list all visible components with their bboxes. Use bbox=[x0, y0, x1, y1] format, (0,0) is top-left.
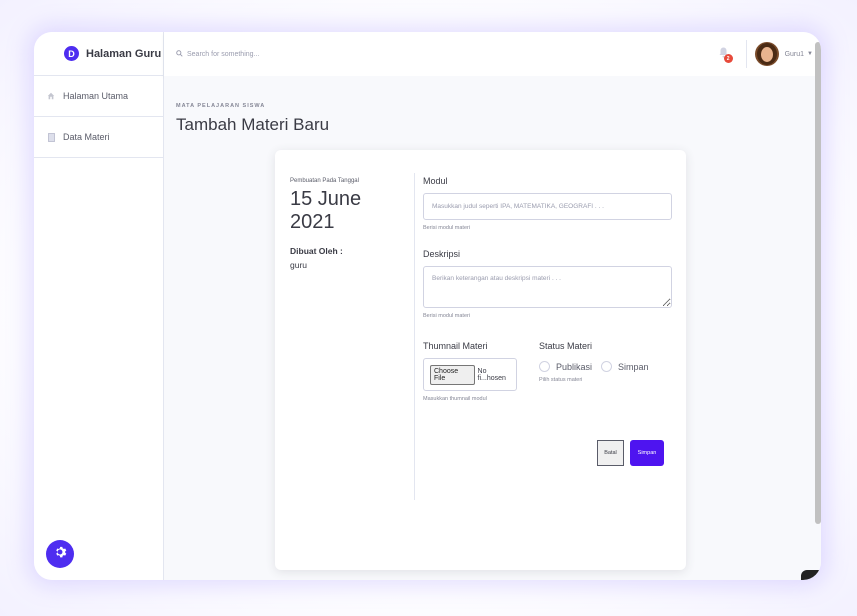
cancel-button[interactable]: Batal bbox=[597, 440, 624, 466]
sidebar-item-data-materi[interactable]: Data Materi bbox=[34, 117, 163, 158]
thumbnail-status-row: Thumnail Materi Choose File No fi...hose… bbox=[423, 341, 672, 402]
brand-name: Halaman Guru bbox=[86, 47, 162, 60]
card-info: Pembuatan Pada Tanggal 15 June 2021 Dibu… bbox=[290, 178, 405, 270]
thumbnail-group: Thumnail Materi Choose File No fi...hose… bbox=[423, 341, 533, 402]
gear-icon bbox=[53, 545, 67, 563]
caret-down-icon[interactable]: ▼ bbox=[807, 51, 813, 57]
created-date: 15 June 2021 bbox=[290, 188, 362, 233]
modul-label: Modul bbox=[423, 176, 448, 186]
radio-circle[interactable] bbox=[601, 361, 613, 372]
deskripsi-help: Berisi modul materi bbox=[423, 313, 471, 319]
page-title: Tambah Materi Baru bbox=[176, 115, 330, 134]
thumbnail-label: Thumnail Materi bbox=[423, 341, 488, 351]
main-content: MATA PELAJARAN SISWA Tambah Materi Baru … bbox=[164, 76, 821, 580]
user-name[interactable]: Guru1 bbox=[785, 51, 804, 58]
status-group: Status Materi Publikasi Simpan Pilih sta… bbox=[539, 341, 658, 402]
avatar-face bbox=[760, 47, 773, 62]
deskripsi-textarea[interactable] bbox=[423, 266, 672, 308]
topbar: Search for something... 2 Guru1 ▼ bbox=[164, 32, 821, 76]
topbar-right: 2 Guru1 ▼ bbox=[716, 32, 813, 76]
page-eyebrow: MATA PELAJARAN SISWA bbox=[176, 103, 266, 109]
thumbnail-help: Masukkan thumnail modul bbox=[423, 396, 487, 402]
materi-form: Modul Berisi modul materi Deskripsi Beri… bbox=[423, 176, 672, 402]
page-background: D Halaman Guru Halaman Utama Data Materi bbox=[0, 0, 857, 616]
radio-label: Publikasi bbox=[556, 361, 593, 372]
brand[interactable]: D Halaman Guru bbox=[34, 32, 163, 76]
radio-simpan[interactable]: Simpan bbox=[601, 361, 649, 372]
corner-element bbox=[801, 570, 821, 580]
file-status: No fi...hosen bbox=[477, 367, 506, 382]
sidebar: D Halaman Guru Halaman Utama Data Materi bbox=[34, 32, 164, 580]
search-input[interactable]: Search for something... bbox=[187, 51, 259, 58]
sidebar-item-label: Data Materi bbox=[63, 132, 110, 142]
document-icon bbox=[47, 132, 55, 142]
deskripsi-label: Deskripsi bbox=[423, 249, 461, 259]
card-divider bbox=[414, 173, 415, 500]
scrollbar[interactable] bbox=[815, 42, 821, 524]
modul-help: Berisi modul materi bbox=[423, 225, 471, 231]
form-actions: Batal Simpan bbox=[423, 440, 672, 466]
status-radios: Publikasi Simpan bbox=[539, 361, 658, 372]
search-icon bbox=[176, 49, 183, 59]
radio-label: Simpan bbox=[618, 361, 649, 372]
created-by-value: guru bbox=[290, 260, 308, 270]
modul-input[interactable] bbox=[423, 193, 672, 220]
app-window: D Halaman Guru Halaman Utama Data Materi bbox=[34, 32, 821, 580]
status-help: Pilih status materi bbox=[539, 377, 583, 383]
notifications-button[interactable]: 2 bbox=[716, 46, 733, 63]
sidebar-item-halaman-utama[interactable]: Halaman Utama bbox=[34, 76, 163, 117]
avatar[interactable] bbox=[754, 42, 779, 66]
status-label: Status Materi bbox=[539, 341, 593, 351]
settings-button[interactable] bbox=[46, 540, 74, 568]
radio-circle[interactable] bbox=[539, 361, 550, 372]
radio-publikasi[interactable]: Publikasi bbox=[539, 361, 592, 372]
home-icon bbox=[47, 92, 55, 101]
choose-file-button[interactable]: Choose File bbox=[430, 364, 475, 385]
thumbnail-file-input[interactable]: Choose File No fi...hosen bbox=[423, 358, 517, 391]
topbar-divider bbox=[745, 40, 747, 68]
brand-logo-icon: D bbox=[64, 46, 79, 61]
sidebar-item-label: Halaman Utama bbox=[63, 91, 129, 101]
search-bar[interactable]: Search for something... bbox=[176, 49, 259, 59]
form-card: Pembuatan Pada Tanggal 15 June 2021 Dibu… bbox=[275, 150, 686, 570]
notification-badge: 2 bbox=[723, 54, 733, 63]
created-by-label: Dibuat Oleh : bbox=[290, 246, 343, 256]
save-button[interactable]: Simpan bbox=[630, 440, 664, 466]
created-on-label: Pembuatan Pada Tanggal bbox=[290, 178, 359, 184]
